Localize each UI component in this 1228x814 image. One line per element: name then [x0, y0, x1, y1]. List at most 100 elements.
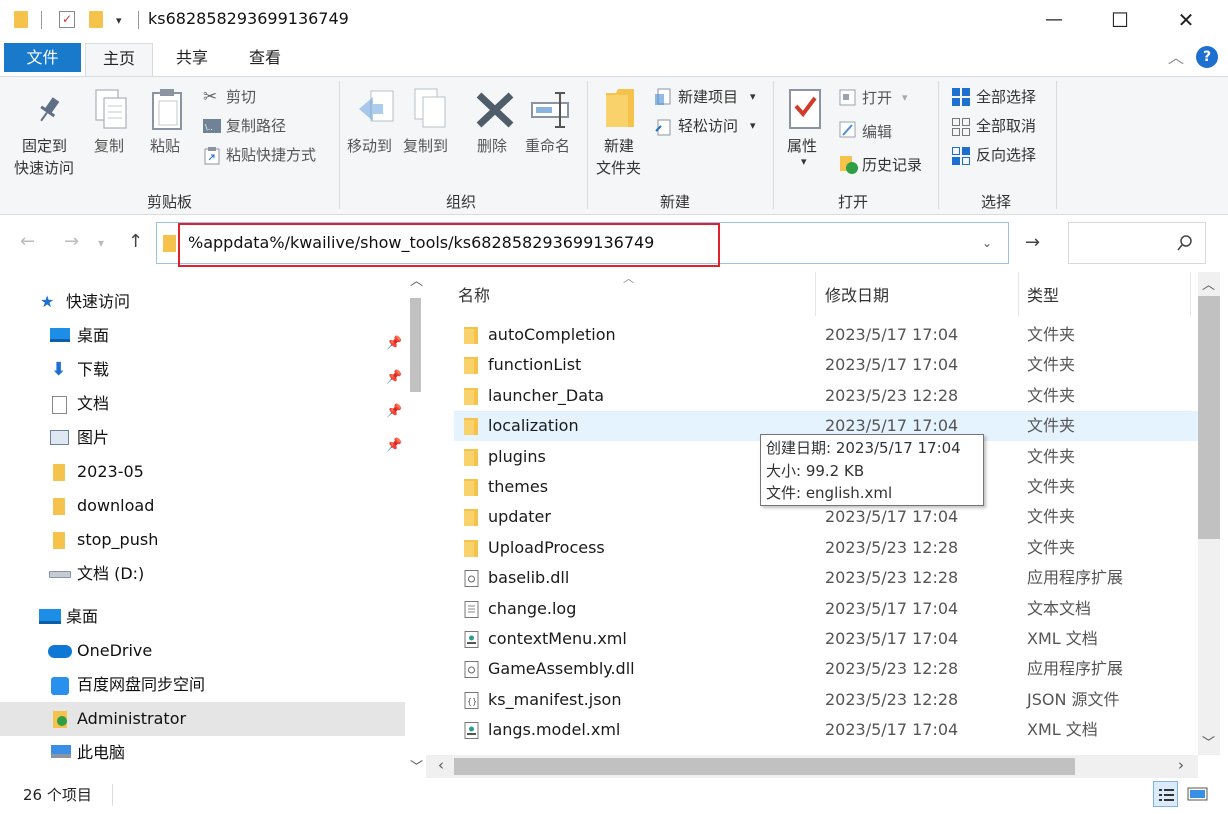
file-row[interactable]: updater 2023/5/17 17:04 文件夹 [454, 502, 1198, 532]
paste-button[interactable]: 粘贴 [150, 135, 180, 157]
scroll-thumb[interactable] [454, 758, 1075, 775]
properties-quick-icon[interactable]: ✓ [59, 11, 75, 28]
details-view-icon[interactable] [1153, 781, 1178, 807]
large-icons-view-icon[interactable] [1185, 781, 1210, 807]
dropdown-arrow-icon[interactable]: ▾ [801, 155, 807, 168]
file-row[interactable]: launcher_Data 2023/5/23 12:28 文件夹 [454, 381, 1198, 411]
copy-button[interactable]: 复制 [94, 135, 124, 157]
nav-item-downloads[interactable]: ⬇ 下载 📌 [0, 353, 405, 387]
nav-onedrive[interactable]: OneDrive [0, 634, 405, 668]
file-row[interactable]: baselib.dll 2023/5/23 12:28 应用程序扩展 [454, 563, 1198, 593]
scroll-down-icon[interactable]: ﹀ [410, 756, 423, 775]
go-arrow-icon[interactable]: → [1025, 232, 1040, 253]
easy-access-button[interactable]: 轻松访问 [678, 115, 738, 137]
file-row[interactable]: change.log 2023/5/17 17:04 文本文档 [454, 594, 1198, 624]
nav-administrator[interactable]: Administrator [0, 702, 405, 736]
nav-item-desktop[interactable]: 桌面 📌 [0, 319, 405, 353]
pin-label-2[interactable]: 快速访问 [14, 157, 74, 179]
file-date: 2023/5/23 12:28 [825, 385, 959, 405]
column-date[interactable]: 修改日期 [825, 282, 889, 306]
copy-icon [95, 89, 127, 129]
nav-item-stop-push[interactable]: stop_push [0, 523, 405, 557]
nav-item-drive-d[interactable]: 文档 (D:) [0, 557, 405, 591]
dropdown-arrow-icon[interactable]: ▾ [750, 90, 756, 103]
tab-home[interactable]: 主页 [85, 43, 153, 77]
file-row[interactable]: contextMenu.xml 2023/5/17 17:04 XML 文档 [454, 624, 1198, 654]
back-icon[interactable]: ← [20, 231, 35, 252]
nav-baidu[interactable]: 百度网盘同步空间 [0, 668, 405, 702]
group-separator [339, 81, 340, 209]
nav-this-pc[interactable]: 此电脑 [0, 736, 405, 770]
invert-selection-icon [952, 147, 970, 165]
file-row[interactable]: GameAssembly.dll 2023/5/23 12:28 应用程序扩展 [454, 654, 1198, 684]
move-to-button[interactable]: 移动到 [347, 135, 392, 157]
column-name[interactable]: 名称 [458, 282, 490, 306]
file-row[interactable]: UploadProcess 2023/5/23 12:28 文件夹 [454, 533, 1198, 563]
up-icon[interactable]: ↑ [128, 231, 143, 252]
column-type[interactable]: 类型 [1027, 282, 1059, 306]
column-separator[interactable] [1190, 272, 1191, 316]
file-row[interactable]: functionList 2023/5/17 17:04 文件夹 [454, 350, 1198, 380]
nav-quick-access[interactable]: ★ 快速访问 [0, 285, 405, 319]
select-none-button[interactable]: 全部取消 [976, 115, 1036, 137]
pin-label-1[interactable]: 固定到 [22, 135, 67, 157]
tab-share[interactable]: 共享 [165, 43, 219, 77]
new-item-button[interactable]: 新建项目 [678, 86, 738, 108]
file-row[interactable]: langs.model.xml 2023/5/17 17:04 XML 文档 [454, 715, 1198, 745]
rename-button[interactable]: 重命名 [525, 135, 570, 157]
tab-file[interactable]: 文件 [4, 43, 81, 72]
json-file-icon: {} [464, 691, 479, 709]
file-row[interactable]: {} ks_manifest.json 2023/5/23 12:28 JSON 源文… [454, 685, 1198, 715]
file-row[interactable]: autoCompletion 2023/5/17 17:04 文件夹 [454, 320, 1198, 350]
dropdown-arrow-icon[interactable]: ▾ [902, 91, 908, 104]
delete-button[interactable]: 删除 [477, 135, 507, 157]
column-separator[interactable] [815, 272, 816, 316]
collapse-ribbon-icon[interactable]: ︿ [1168, 44, 1184, 68]
nav-item-pictures[interactable]: 图片 📌 [0, 421, 405, 455]
scroll-up-icon[interactable]: ︿ [1202, 274, 1215, 293]
column-separator[interactable] [1018, 272, 1019, 316]
scroll-thumb[interactable] [1198, 296, 1220, 539]
new-folder-quick-icon[interactable] [89, 11, 103, 28]
invert-selection-button[interactable]: 反向选择 [976, 144, 1036, 166]
file-list-scrollbar[interactable]: ︿ ﹀ [1198, 272, 1220, 755]
tab-view[interactable]: 查看 [238, 43, 292, 77]
nav-item-download[interactable]: download [0, 489, 405, 523]
open-button[interactable]: 打开 [862, 87, 892, 109]
minimize-button[interactable]: — [1021, 0, 1087, 40]
nav-desktop[interactable]: 桌面 [0, 600, 405, 634]
horizontal-scrollbar[interactable]: ‹ › [426, 755, 1198, 778]
file-name: themes [488, 477, 549, 496]
customize-toolbar-icon[interactable]: ▾ [116, 14, 122, 27]
nav-item-2023-05[interactable]: 2023-05 [0, 455, 405, 489]
scroll-up-icon[interactable]: ︿ [410, 270, 423, 289]
file-type: 文件夹 [1027, 537, 1076, 557]
scroll-down-icon[interactable]: ﹀ [1202, 732, 1215, 751]
edit-button[interactable]: 编辑 [862, 121, 892, 143]
new-folder-label-2[interactable]: 文件夹 [596, 157, 641, 179]
scroll-left-icon[interactable]: ‹ [438, 756, 444, 774]
search-icon[interactable] [1176, 234, 1194, 252]
dropdown-arrow-icon[interactable]: ▾ [750, 119, 756, 132]
file-name: localization [488, 416, 579, 436]
cut-button[interactable]: 剪切 [226, 86, 256, 108]
properties-button[interactable]: 属性 [787, 135, 817, 157]
history-button[interactable]: 历史记录 [862, 154, 922, 176]
help-button[interactable]: ? [1196, 46, 1218, 68]
scroll-right-icon[interactable]: › [1178, 756, 1184, 774]
recent-locations-icon[interactable]: ▾ [98, 236, 104, 250]
copy-to-button[interactable]: 复制到 [403, 135, 448, 157]
file-explorer-window: ✓ ▾ ks682858293699136749 — ☐ ✕ 文件 主页 共享 … [0, 0, 1228, 814]
maximize-button[interactable]: ☐ [1087, 0, 1153, 40]
select-all-button[interactable]: 全部选择 [976, 86, 1036, 108]
nav-scrollbar[interactable]: ︿ ﹀ [405, 272, 426, 778]
new-folder-label-1[interactable]: 新建 [604, 135, 634, 157]
close-button[interactable]: ✕ [1153, 0, 1219, 40]
address-dropdown-icon[interactable]: ⌄ [982, 236, 992, 250]
scroll-thumb[interactable] [410, 298, 421, 392]
clipboard-group-label: 剪贴板 [147, 193, 193, 211]
copy-path-button[interactable]: 复制路径 [226, 115, 286, 137]
nav-item-documents[interactable]: 文档 📌 [0, 387, 405, 421]
forward-icon[interactable]: → [64, 231, 79, 252]
paste-shortcut-button[interactable]: 粘贴快捷方式 [226, 144, 316, 166]
